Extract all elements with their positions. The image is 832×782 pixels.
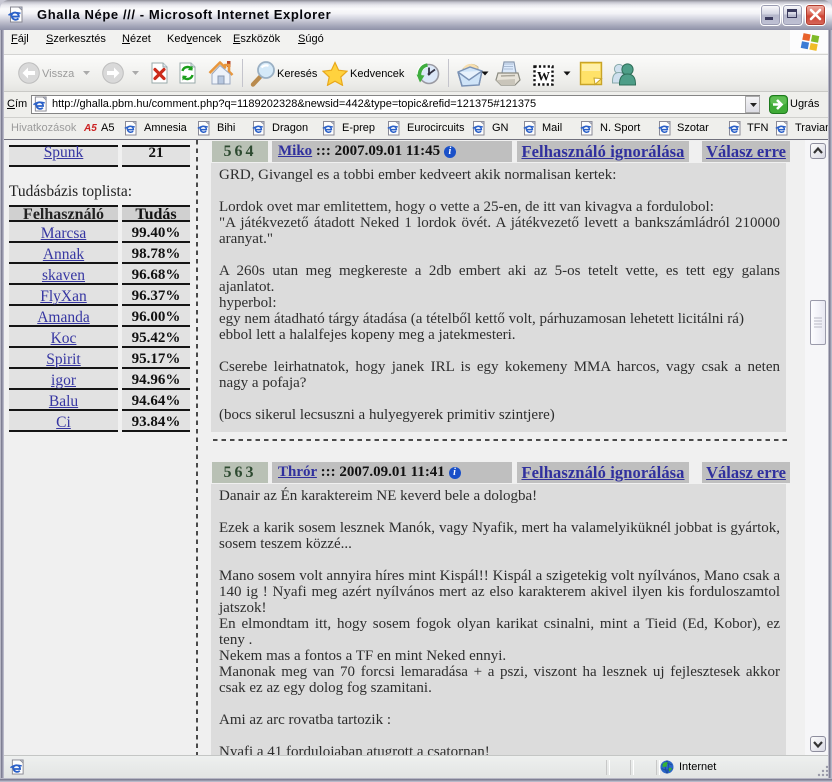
svg-text:W: W: [537, 69, 550, 84]
